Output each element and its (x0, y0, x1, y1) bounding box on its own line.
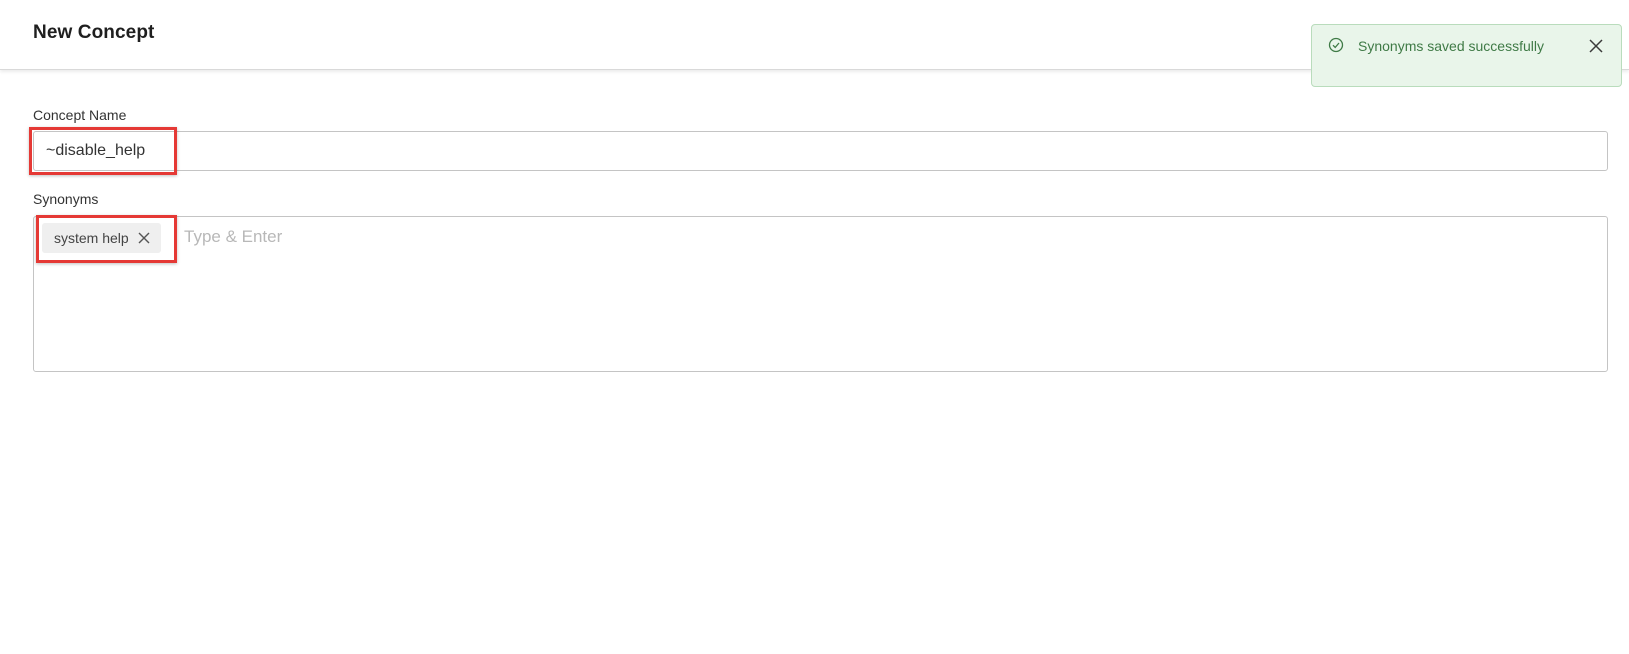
check-circle-icon (1328, 37, 1344, 53)
concept-name-label: Concept Name (33, 107, 127, 123)
toast-message: Synonyms saved successfully (1358, 38, 1544, 54)
page-title: New Concept (33, 22, 155, 43)
close-icon[interactable] (1587, 37, 1605, 55)
concept-name-input[interactable] (33, 131, 1608, 171)
success-toast: Synonyms saved successfully (1311, 24, 1622, 87)
synonyms-label: Synonyms (33, 191, 99, 207)
remove-tag-icon[interactable] (137, 231, 151, 245)
synonym-input[interactable] (182, 221, 786, 253)
synonym-tag: system help (42, 223, 161, 253)
synonym-tag-label: system help (54, 230, 129, 246)
synonyms-field[interactable]: system help (33, 216, 1608, 372)
